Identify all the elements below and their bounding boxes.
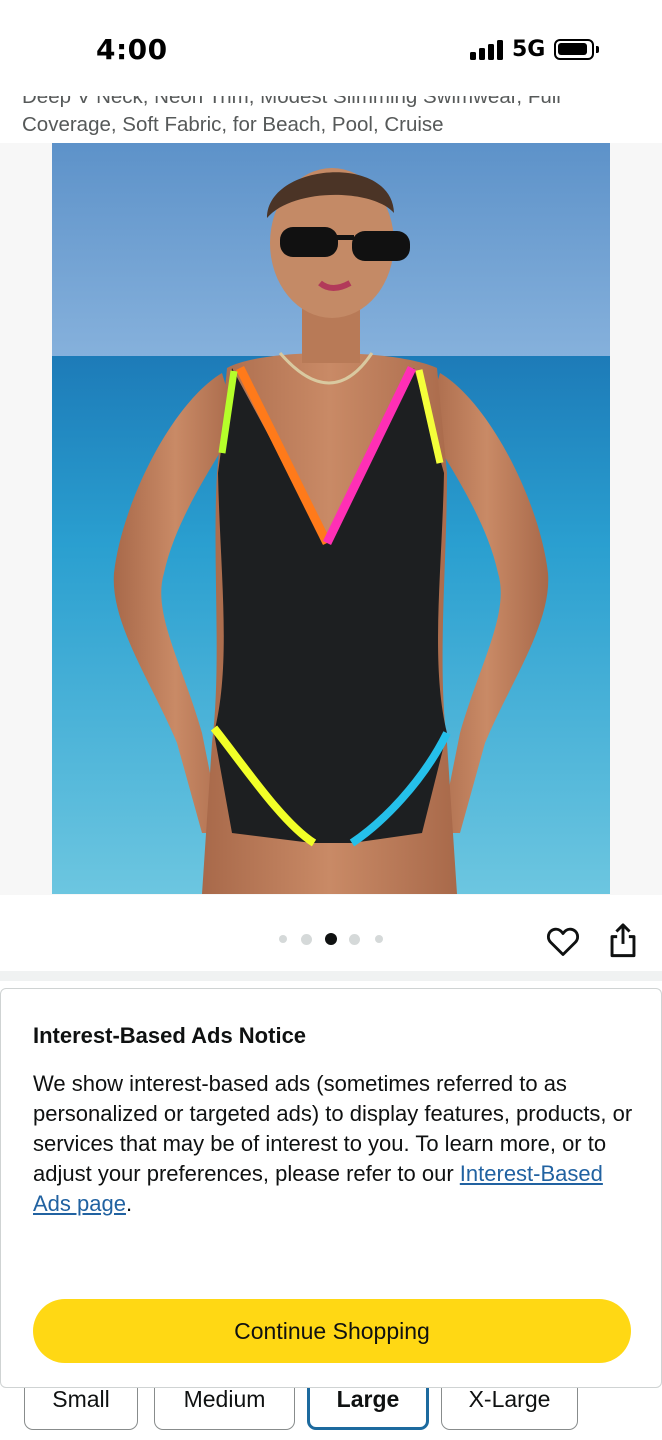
notice-body-end: .	[125, 1191, 133, 1216]
network-label: 5G	[512, 37, 546, 62]
interest-ads-notice: Interest-Based Ads Notice We show intere…	[0, 988, 662, 1388]
carousel-dot-1[interactable]	[279, 935, 287, 943]
share-icon[interactable]	[605, 922, 641, 960]
carousel-dot-3[interactable]	[325, 933, 337, 945]
carousel-dot-4[interactable]	[349, 934, 360, 945]
notice-body: We show interest-based ads (sometimes re…	[33, 1069, 633, 1219]
status-time: 4:00	[96, 33, 168, 66]
continue-shopping-button[interactable]: Continue Shopping	[33, 1299, 631, 1363]
status-bar: 4:00 5G	[0, 0, 662, 96]
carousel-dot-5[interactable]	[375, 935, 383, 943]
battery-icon	[554, 39, 599, 60]
notice-title: Interest-Based Ads Notice	[33, 1023, 307, 1048]
heart-icon[interactable]	[544, 922, 582, 960]
cellular-signal-icon	[470, 40, 504, 60]
carousel-dot-2[interactable]	[301, 934, 312, 945]
product-image[interactable]	[52, 143, 610, 894]
section-divider	[0, 971, 662, 981]
